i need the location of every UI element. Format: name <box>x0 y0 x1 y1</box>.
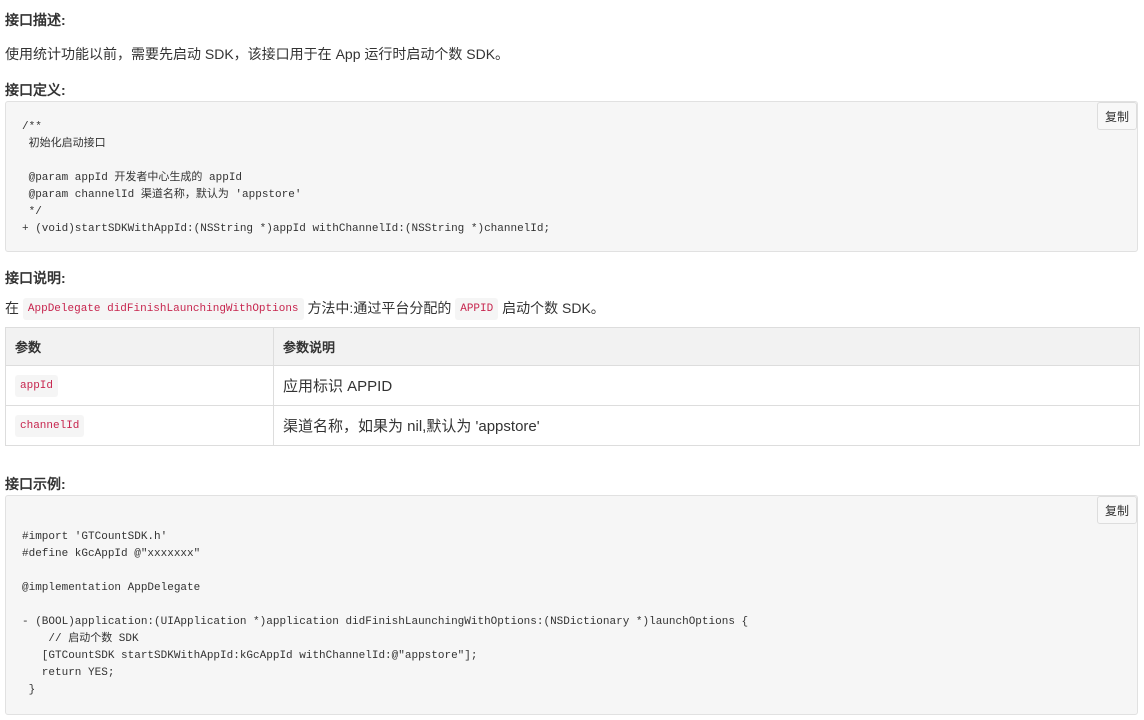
table-cell-param: channelId <box>5 405 274 446</box>
note-heading: 接口说明: <box>5 270 66 286</box>
definition-code-block: 复制 /** 初始化启动接口 @param appId 开发者中心生成的 app… <box>5 101 1138 252</box>
copy-button[interactable]: 复制 <box>1097 496 1137 524</box>
example-code-block: 复制 #import 'GTCountSDK.h' #define kGcApp… <box>5 495 1138 715</box>
note-prefix: 在 <box>5 300 19 316</box>
table-cell-desc: 应用标识 APPID <box>273 365 1140 406</box>
param-code: appId <box>15 374 59 397</box>
table-row: channelId 渠道名称，如果为 nil,默认为 'appstore' <box>5 405 1140 446</box>
table-cell-desc: 渠道名称，如果为 nil,默认为 'appstore' <box>273 405 1140 446</box>
table-row: appId 应用标识 APPID <box>5 365 1140 406</box>
example-heading: 接口示例: <box>5 476 66 492</box>
note-suffix: 启动个数 SDK。 <box>502 300 605 316</box>
description-heading: 接口描述: <box>5 12 66 28</box>
table-cell-param: appId <box>5 365 274 406</box>
parameter-table: 参数 参数说明 appId 应用标识 APPID channelId 渠道名称，… <box>5 327 1140 446</box>
note-paragraph: 在 AppDelegate didFinishLaunchingWithOpti… <box>5 298 605 321</box>
copy-button[interactable]: 复制 <box>1097 102 1137 130</box>
description-text: 使用统计功能以前，需要先启动 SDK，该接口用于在 App 运行时启动个数 SD… <box>5 46 510 62</box>
param-code: channelId <box>15 414 85 437</box>
definition-heading: 接口定义: <box>5 82 66 98</box>
example-code: #import 'GTCountSDK.h' #define kGcAppId … <box>22 531 749 696</box>
table-header-desc: 参数说明 <box>273 327 1140 366</box>
table-header-param: 参数 <box>5 327 274 366</box>
definition-code: /** 初始化启动接口 @param appId 开发者中心生成的 appId … <box>22 121 551 235</box>
table-header-row: 参数 参数说明 <box>5 327 1140 366</box>
inline-code-appdelegate: AppDelegate didFinishLaunchingWithOption… <box>22 298 304 321</box>
inline-code-appid: APPID <box>455 298 499 321</box>
note-middle: 方法中:通过平台分配的 <box>307 300 452 316</box>
